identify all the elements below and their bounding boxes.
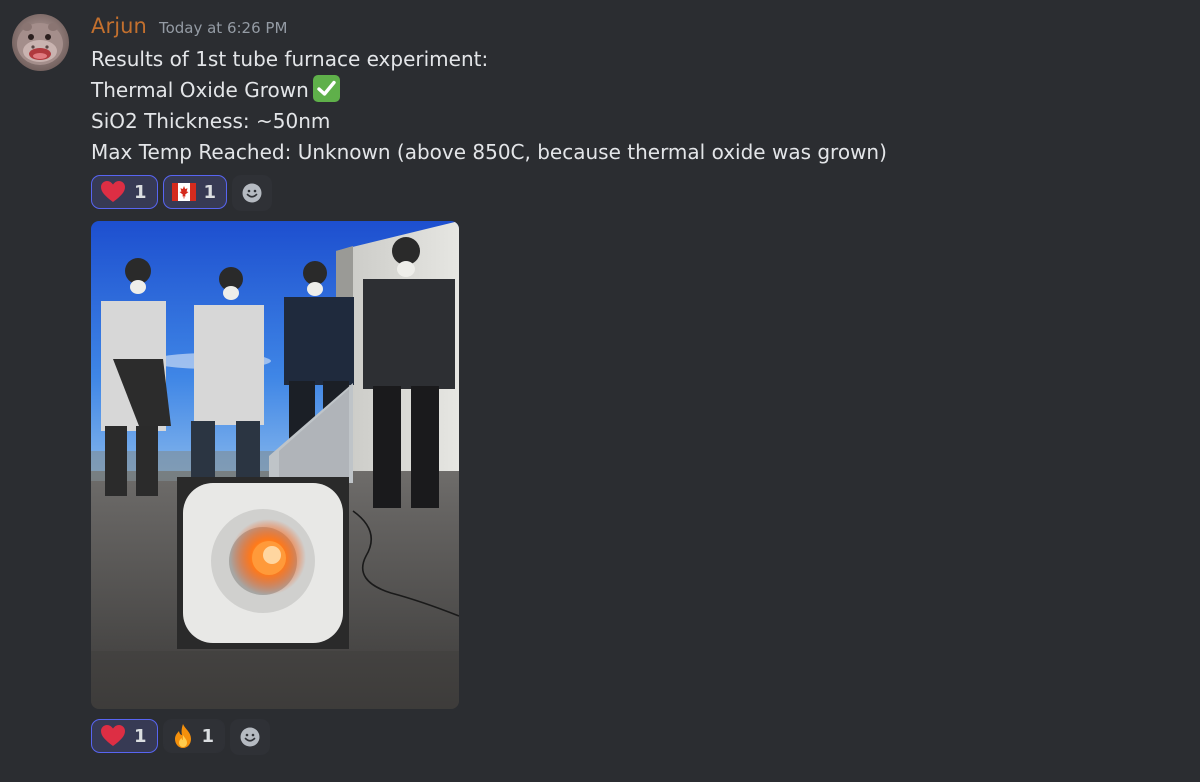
username[interactable]: Arjun	[91, 14, 147, 38]
reaction-count: 1	[134, 725, 147, 747]
add-reaction-button[interactable]	[230, 719, 271, 755]
furnace-photo	[91, 221, 459, 709]
add-reaction-button[interactable]	[232, 175, 273, 211]
smiley-icon	[242, 183, 262, 203]
reaction-count: 1	[134, 181, 147, 203]
message-line-3: SiO2 Thickness: ~50nm	[91, 109, 331, 133]
message-content: Arjun Today at 6:26 PM Results of 1st tu…	[91, 14, 1181, 755]
message-line-2-text: Thermal Oxide Grown	[91, 78, 309, 102]
reactions-bottom: 1 1	[91, 719, 1181, 755]
reactions-top: 1 1	[91, 175, 1181, 211]
reaction-fire[interactable]: 1	[162, 719, 226, 753]
reaction-heart[interactable]: 1	[91, 719, 158, 753]
heart-icon	[101, 181, 125, 202]
chat-message: Arjun Today at 6:26 PM Results of 1st tu…	[0, 0, 1200, 782]
reaction-count: 1	[201, 725, 215, 747]
avatar[interactable]	[12, 14, 69, 71]
reaction-flag-canada[interactable]: 1	[162, 175, 228, 209]
fire-icon	[174, 724, 191, 748]
reaction-count: 1	[203, 181, 217, 203]
message-line-1: Results of 1st tube furnace experiment:	[91, 47, 489, 71]
check-mark-icon	[312, 75, 340, 102]
message-line-2: Thermal Oxide Grown	[91, 75, 1181, 106]
image-attachment[interactable]	[91, 221, 459, 709]
reaction-heart[interactable]: 1	[91, 175, 158, 209]
message-line-4: Max Temp Reached: Unknown (above 850C, b…	[91, 140, 887, 164]
heart-icon	[101, 725, 125, 746]
message-header: Arjun Today at 6:26 PM	[91, 14, 1181, 44]
smiley-icon	[240, 727, 260, 747]
hippo-avatar-icon	[17, 23, 63, 65]
timestamp: Today at 6:26 PM	[158, 19, 288, 37]
flag-canada-icon	[171, 183, 196, 201]
